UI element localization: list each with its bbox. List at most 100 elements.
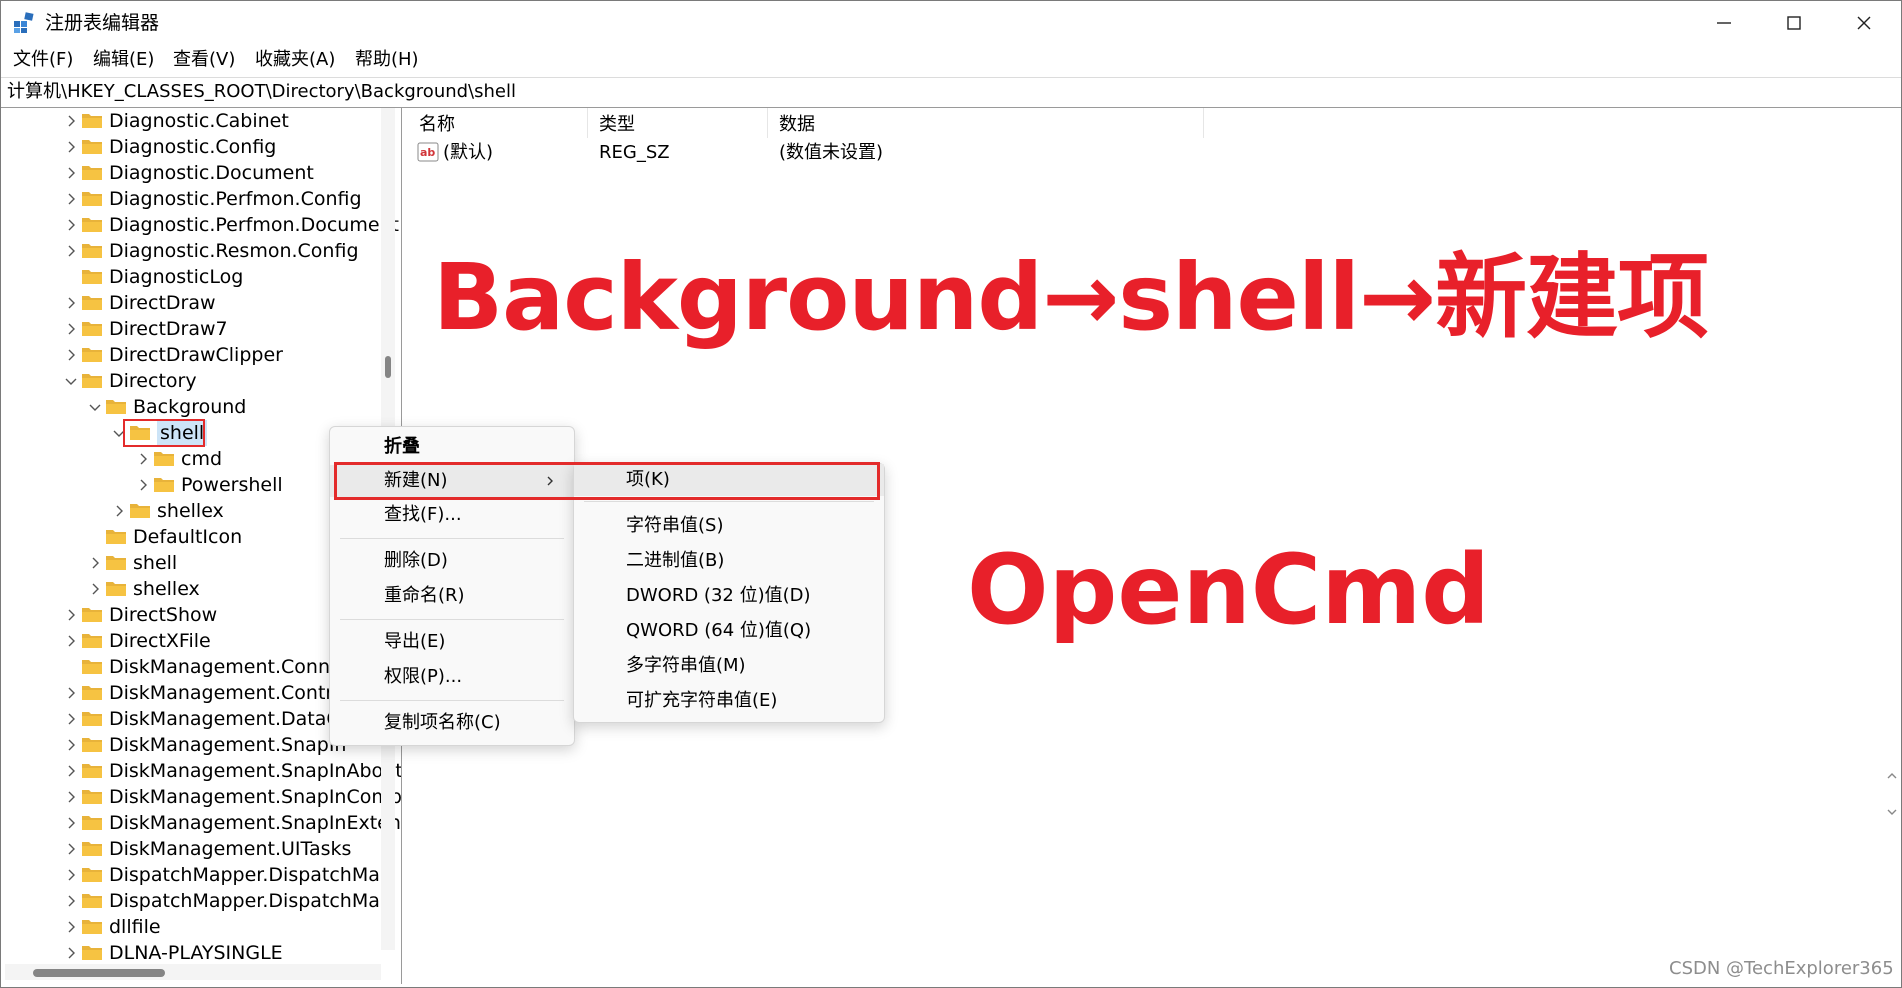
- chevron-down-icon[interactable]: [63, 373, 79, 389]
- folder-icon: [106, 400, 126, 414]
- tree-item[interactable]: DirectDrawClipper: [5, 342, 401, 368]
- menu-separator: [340, 619, 564, 620]
- tree-item[interactable]: DirectDraw: [5, 290, 401, 316]
- tree-vertical-scroll-thumb[interactable]: [385, 356, 391, 378]
- menu-help[interactable]: 帮助(H): [355, 47, 419, 73]
- value-name[interactable]: (默认): [443, 140, 493, 166]
- tree-item-label: Diagnostic.Document: [109, 162, 314, 184]
- chevron-right-icon[interactable]: [63, 919, 79, 935]
- column-header-type[interactable]: 类型: [599, 112, 635, 138]
- tree-item[interactable]: Background: [5, 394, 401, 420]
- menu-edit[interactable]: 编辑(E): [93, 47, 154, 73]
- folder-icon: [130, 426, 150, 440]
- chevron-right-icon[interactable]: [87, 555, 103, 571]
- chevron-right-icon[interactable]: [135, 451, 151, 467]
- tree-item[interactable]: DiskManagement.SnapInComp: [5, 784, 401, 810]
- minimize-button[interactable]: [1689, 1, 1759, 45]
- menu-item-rename[interactable]: 重命名(R): [330, 580, 574, 612]
- chevron-right-icon[interactable]: [63, 945, 79, 961]
- chevron-right-icon[interactable]: [63, 763, 79, 779]
- chevron-down-icon[interactable]: [87, 399, 103, 415]
- menu-favorites[interactable]: 收藏夹(A): [255, 47, 335, 73]
- submenu-item-binary-value[interactable]: 二进制值(B): [574, 545, 884, 577]
- tree-item-label: DiskManagement.Connec: [109, 656, 353, 678]
- scroll-down-arrow-icon[interactable]: [1886, 806, 1898, 818]
- maximize-button[interactable]: [1759, 1, 1829, 45]
- tree-item[interactable]: DirectDraw7: [5, 316, 401, 342]
- chevron-right-icon[interactable]: [63, 633, 79, 649]
- chevron-right-icon[interactable]: [63, 347, 79, 363]
- folder-icon: [82, 946, 102, 960]
- chevron-right-icon[interactable]: [87, 581, 103, 597]
- column-header-data[interactable]: 数据: [779, 112, 815, 138]
- chevron-right-icon[interactable]: [63, 867, 79, 883]
- tree-item[interactable]: Diagnostic.Resmon.Config: [5, 238, 401, 264]
- chevron-right-icon[interactable]: [63, 217, 79, 233]
- chevron-right-icon[interactable]: [63, 737, 79, 753]
- submenu-item-multi-string-value[interactable]: 多字符串值(M): [574, 650, 884, 682]
- chevron-right-icon[interactable]: [63, 711, 79, 727]
- tree-item[interactable]: DiskManagement.SnapInExtens: [5, 810, 401, 836]
- chevron-right-icon[interactable]: [63, 165, 79, 181]
- chevron-right-icon[interactable]: [135, 477, 151, 493]
- tree-item[interactable]: DispatchMapper.DispatchMap: [5, 862, 401, 888]
- menu-item-new[interactable]: 新建(N): [330, 465, 574, 497]
- tree-item[interactable]: Diagnostic.Config: [5, 134, 401, 160]
- chevron-right-icon[interactable]: [63, 815, 79, 831]
- chevron-right-icon[interactable]: [63, 607, 79, 623]
- chevron-right-icon[interactable]: [63, 139, 79, 155]
- menu-item-find[interactable]: 查找(F)...: [330, 499, 574, 531]
- submenu-item-expandable-string-value[interactable]: 可扩充字符串值(E): [574, 685, 884, 717]
- tree-item[interactable]: DiagnosticLog: [5, 264, 401, 290]
- chevron-right-icon[interactable]: [111, 503, 127, 519]
- chevron-right-icon[interactable]: [63, 321, 79, 337]
- chevron-right-icon[interactable]: [63, 685, 79, 701]
- tree-item[interactable]: Directory: [5, 368, 401, 394]
- submenu-item-qword-value[interactable]: QWORD (64 位)值(Q): [574, 615, 884, 647]
- tree-item[interactable]: DiskManagement.SnapInAbout: [5, 758, 401, 784]
- tree-item[interactable]: DispatchMapper.DispatchMap: [5, 888, 401, 914]
- chevron-right-icon[interactable]: [63, 113, 79, 129]
- menu-item-collapse[interactable]: 折叠: [330, 431, 574, 463]
- chevron-right-icon[interactable]: [63, 789, 79, 805]
- scroll-up-arrow-icon[interactable]: [1886, 770, 1898, 782]
- close-button[interactable]: [1829, 1, 1899, 45]
- folder-icon: [154, 452, 174, 466]
- tree-item[interactable]: DiskManagement.UITasks: [5, 836, 401, 862]
- tree-item[interactable]: Diagnostic.Perfmon.Document: [5, 212, 401, 238]
- tree-horizontal-scroll-thumb[interactable]: [33, 969, 165, 977]
- tree-item[interactable]: Diagnostic.Perfmon.Config: [5, 186, 401, 212]
- menu-file[interactable]: 文件(F): [13, 47, 73, 73]
- values-vertical-scrollbar[interactable]: [1885, 108, 1899, 984]
- menu-item-copy-key-name[interactable]: 复制项名称(C): [330, 707, 574, 739]
- menu-view[interactable]: 查看(V): [173, 47, 235, 73]
- chevron-right-icon[interactable]: [63, 295, 79, 311]
- tree-item[interactable]: Diagnostic.Document: [5, 160, 401, 186]
- chevron-right-icon[interactable]: [63, 243, 79, 259]
- folder-icon: [82, 894, 102, 908]
- tree-item[interactable]: Diagnostic.Cabinet: [5, 108, 401, 134]
- tree-item[interactable]: dllfile: [5, 914, 401, 940]
- menu-item-delete[interactable]: 删除(D): [330, 545, 574, 577]
- column-header-name[interactable]: 名称: [419, 112, 455, 138]
- chevron-right-icon[interactable]: [63, 191, 79, 207]
- tree-item[interactable]: DLNA-PLAYSINGLE: [5, 940, 401, 966]
- tree-horizontal-scrollbar[interactable]: [5, 964, 381, 980]
- chevron-down-icon[interactable]: [111, 425, 127, 441]
- chevron-right-icon[interactable]: [63, 841, 79, 857]
- column-divider[interactable]: [587, 108, 588, 138]
- menu-item-permissions[interactable]: 权限(P)...: [330, 661, 574, 693]
- address-bar[interactable]: 计算机\HKEY_CLASSES_ROOT\Directory\Backgrou…: [1, 77, 1901, 108]
- address-path[interactable]: 计算机\HKEY_CLASSES_ROOT\Directory\Backgrou…: [7, 81, 516, 103]
- title-bar[interactable]: 注册表编辑器: [1, 1, 1901, 45]
- menu-item-export[interactable]: 导出(E): [330, 626, 574, 658]
- column-divider[interactable]: [767, 108, 768, 138]
- submenu-item-string-value[interactable]: 字符串值(S): [574, 510, 884, 542]
- menu-item-label: DWORD (32 位)值(D): [626, 585, 811, 606]
- submenu-item-key[interactable]: 项(K): [574, 464, 884, 496]
- column-divider[interactable]: [1203, 108, 1204, 138]
- submenu-item-dword-value[interactable]: DWORD (32 位)值(D): [574, 580, 884, 612]
- folder-icon: [82, 348, 102, 362]
- chevron-right-icon[interactable]: [63, 893, 79, 909]
- tree-item-label: DiskManagement.SnapIn: [109, 734, 347, 756]
